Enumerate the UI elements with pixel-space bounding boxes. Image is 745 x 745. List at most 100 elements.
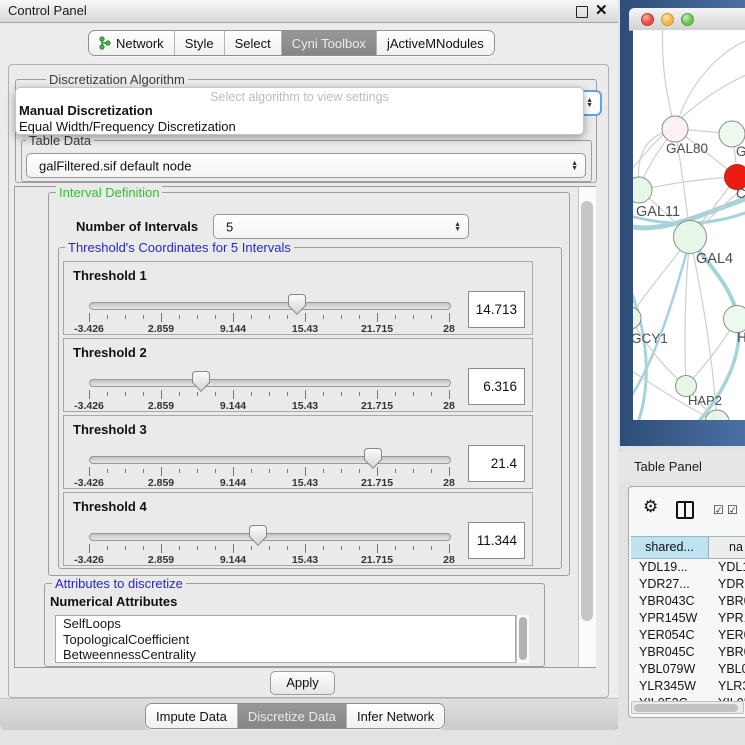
threshold-value-field[interactable]: 11.344 [468,522,525,559]
tick-label: 15.43 [281,400,329,412]
slider-thumb[interactable] [364,448,382,469]
popup-item-equal-width-frequency[interactable]: Equal Width/Frequency Discretization [19,119,236,134]
cell-shared-name: YPR145W [639,611,697,625]
number-of-intervals-combobox[interactable]: 5 ▲▼ [213,214,469,239]
tick-mark [449,544,450,553]
close-icon[interactable]: ✕ [595,1,608,19]
slider-thumb[interactable] [288,294,306,315]
tick-label: 21.715 [353,400,401,412]
threshold-slider[interactable] [89,379,451,387]
threshold-slider[interactable] [89,533,451,541]
network-canvas[interactable]: GAL80 GA GAL11 C GAL4 GCY1 H HAP2 [633,30,745,420]
vertical-scrollbar-thumb[interactable] [581,201,593,621]
cell-name: YLR34 [718,679,745,693]
table-row[interactable]: YBL079W YBL07 [631,661,745,678]
tick-mark [323,546,324,550]
tab-style-label: Style [185,36,214,51]
cell-shared-name: YBR043C [639,594,695,608]
attribute-list-item[interactable]: BetweennessCentrality [56,647,515,663]
combo-spinner-icon: ▲▼ [586,98,593,108]
attribute-list-item[interactable]: TopologicalCoefficient [56,632,515,648]
attributes-scrollbar-thumb[interactable] [519,617,527,660]
tick-mark [269,546,270,550]
tick-label: -3.426 [65,400,113,412]
network-node[interactable] [724,306,745,333]
threshold-label: Threshold 4 [73,499,147,514]
network-node[interactable] [662,116,688,142]
numerical-attributes-list[interactable]: SelfLoopsTopologicalCoefficientBetweenne… [55,615,516,663]
combo-spinner-icon: ▲▼ [571,161,578,171]
table-row[interactable]: YPR145W YPR14 [631,610,745,627]
table-row[interactable]: YDR27... YDR27 [631,576,745,593]
tick-label: 2.859 [137,554,185,566]
close-traffic-light-icon[interactable] [641,13,654,26]
table-data-combobox[interactable]: galFiltered.sif default node ▲▼ [26,153,586,178]
column-header-shared-name[interactable]: shared... [631,537,709,558]
threshold-value-field[interactable]: 14.713 [468,291,525,328]
checkbox-icon[interactable]: ☑ [727,503,738,517]
threshold-slider[interactable] [89,456,451,464]
vertical-scrollbar[interactable] [578,187,596,667]
slider-thumb[interactable] [192,371,210,392]
gear-icon[interactable]: ⚙ [643,497,658,517]
table-row[interactable]: YDL19... YDL19 [631,559,745,576]
column-header-name[interactable]: na [709,537,745,558]
attribute-list-item[interactable]: SelfLoops [56,616,515,632]
threshold-value-field[interactable]: 6.316 [468,368,525,405]
tick-mark [305,313,306,322]
tick-mark [143,546,144,550]
threshold-slider[interactable] [89,302,451,310]
slider-tick-labels: -3.4262.8599.14415.4321.71528 [89,554,449,566]
tick-mark [305,544,306,553]
horizontal-scrollbar[interactable] [631,701,744,714]
tab-infer-network[interactable]: Infer Network [347,704,444,728]
tick-mark [251,546,252,550]
table-row[interactable]: YER054C YER05 [631,627,745,644]
tick-mark [287,315,288,319]
table-rows: YDL19... YDL19 YDR27... YDR27 YBR043C YB… [631,559,745,701]
tick-mark [215,546,216,550]
tick-mark [395,392,396,396]
network-view-window: GAL80 GA GAL11 C GAL4 GCY1 H HAP2 [620,0,745,446]
tick-label: 15.43 [281,323,329,335]
minimize-traffic-light-icon[interactable] [661,13,674,26]
right-column: GAL80 GA GAL11 C GAL4 GCY1 H HAP2 Table … [618,0,745,745]
popup-item-manual-discretization[interactable]: Manual Discretization [19,103,153,118]
tab-impute-data[interactable]: Impute Data [146,704,238,728]
tick-mark [305,390,306,399]
tab-jactivemnodules[interactable]: jActiveMNodules [377,31,494,55]
tick-mark [161,390,162,399]
tab-discretize-data[interactable]: Discretize Data [238,704,347,728]
threshold-value-field[interactable]: 21.4 [468,445,525,482]
tab-style[interactable]: Style [175,31,225,55]
tab-cyni-toolbox[interactable]: Cyni Toolbox [282,31,377,55]
table-row[interactable]: YLR345W YLR34 [631,678,745,695]
slider-thumb[interactable] [249,525,267,546]
tick-mark [89,544,90,553]
zoom-traffic-light-icon[interactable] [681,13,694,26]
top-tab-bar: Network Style Select Cyni Toolbox jActiv… [88,30,495,56]
attributes-scrollbar[interactable] [516,615,529,663]
slider-tick-labels: -3.4262.8599.14415.4321.71528 [89,477,449,489]
tab-network-label: Network [116,36,164,51]
network-node[interactable] [674,221,707,254]
tick-mark [107,315,108,319]
apply-button[interactable]: Apply [270,671,335,695]
table-row[interactable]: YBR043C YBR04 [631,593,745,610]
tick-mark [449,313,450,322]
tick-mark [395,315,396,319]
tab-network[interactable]: Network [89,31,175,55]
checkbox-icon[interactable]: ☑ [713,503,724,517]
restore-window-icon[interactable] [576,6,588,18]
tab-select[interactable]: Select [225,31,282,55]
tick-label: 9.144 [209,554,257,566]
tick-mark [305,467,306,476]
table-row[interactable]: YBR045C YBR04 [631,644,745,661]
threshold-label: Threshold 3 [73,422,147,437]
horizontal-scrollbar-thumb[interactable] [634,704,738,712]
cell-name: YDR27 [718,577,745,591]
split-view-icon[interactable] [676,501,694,519]
tick-mark [413,392,414,396]
tick-mark [125,546,126,550]
slider-tick-labels: -3.4262.8599.14415.4321.71528 [89,400,449,412]
